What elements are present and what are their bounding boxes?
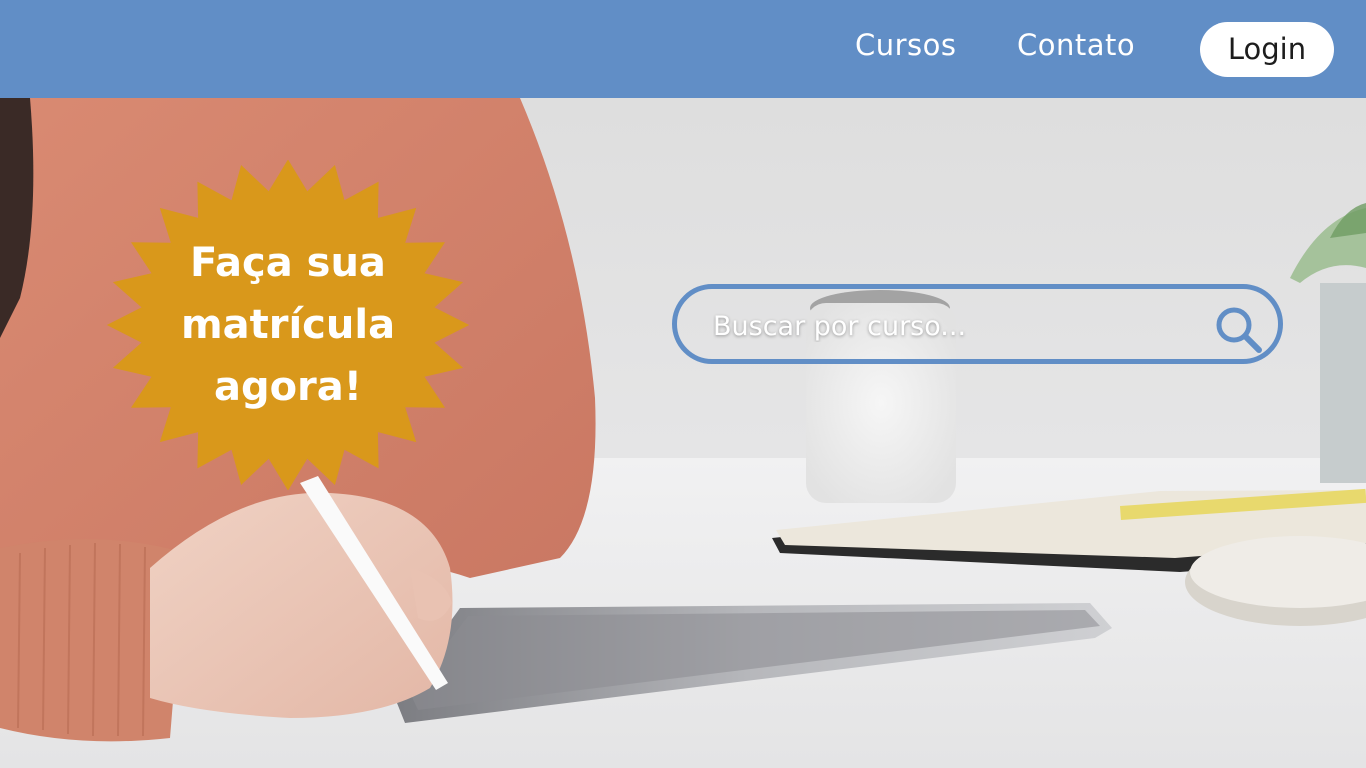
top-navigation-bar: Cursos Contato Login [0, 0, 1366, 98]
search-icon[interactable] [1211, 302, 1267, 358]
badge-line-3: agora! [213, 364, 363, 410]
badge-line-2: matrícula [180, 302, 396, 348]
login-button[interactable]: Login [1200, 22, 1334, 77]
search-input[interactable] [711, 303, 1185, 349]
enroll-now-badge[interactable]: Faça sua matrícula agora! [103, 160, 473, 490]
nav-link-contato[interactable]: Contato [1017, 28, 1135, 62]
landing-page: Cursos Contato Login Faça sua matrícula … [0, 0, 1366, 768]
badge-text: Faça sua matrícula agora! [103, 232, 473, 418]
nav-link-cursos[interactable]: Cursos [855, 28, 957, 62]
course-search-bar [672, 284, 1283, 364]
badge-line-1: Faça sua [190, 240, 386, 286]
